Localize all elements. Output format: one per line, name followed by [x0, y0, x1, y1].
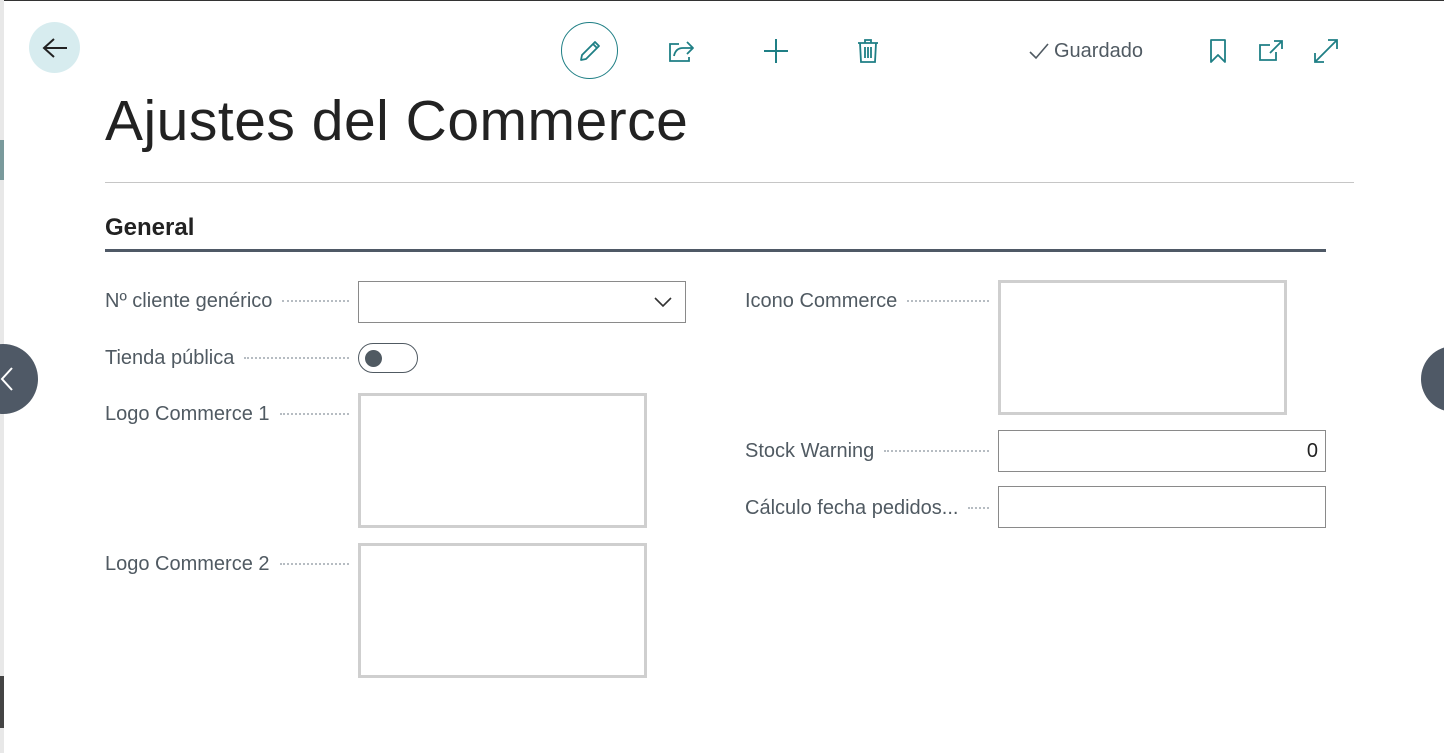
logo1-label-text: Logo Commerce 1 [105, 403, 270, 425]
open-in-new-window-icon [1259, 40, 1283, 61]
label-dots [282, 300, 349, 302]
section-title-general[interactable]: General [105, 214, 194, 242]
chevron-down-icon [654, 297, 672, 308]
label-dots [244, 357, 349, 359]
stock-warning-label[interactable]: Stock Warning [745, 440, 995, 463]
trash-icon [858, 39, 878, 63]
stock-warning-input[interactable]: 0 [998, 430, 1326, 472]
logo2-label[interactable]: Logo Commerce 2 [105, 553, 355, 576]
chevron-left-icon [0, 367, 13, 391]
delete-button[interactable] [850, 33, 886, 69]
stock-warning-value: 0 [1306, 439, 1318, 462]
save-status-text: Guardado [1054, 39, 1143, 62]
label-dots [907, 300, 989, 302]
logo2-image-field[interactable] [358, 543, 647, 678]
expand-icon [1314, 39, 1338, 63]
plus-icon [764, 39, 788, 63]
window-top-border [0, 0, 1444, 1]
logo2-label-text: Logo Commerce 2 [105, 553, 270, 575]
logo1-image-field[interactable] [358, 393, 647, 528]
back-button[interactable] [29, 22, 80, 73]
public-store-label-text: Tienda pública [105, 347, 235, 369]
public-store-label[interactable]: Tienda pública [105, 347, 355, 370]
order-date-calc-label-text: Cálculo fecha pedidos... [745, 497, 959, 519]
checkmark-icon [1029, 43, 1049, 60]
arrow-left-icon [42, 37, 67, 58]
label-dots [968, 507, 989, 509]
section-divider [105, 249, 1326, 252]
title-divider [105, 182, 1354, 183]
share-icon [669, 41, 694, 62]
page-title: Ajustes del Commerce [105, 89, 689, 153]
toggle-knob [365, 350, 382, 367]
label-dots [279, 413, 349, 415]
background-dark-mark [0, 676, 4, 728]
save-status: Guardado [1028, 38, 1143, 64]
commerce-icon-image-field[interactable] [998, 280, 1287, 415]
pencil-icon [579, 40, 600, 61]
previous-record-button[interactable] [0, 344, 38, 414]
edit-button[interactable] [561, 22, 618, 79]
public-store-toggle[interactable] [358, 343, 418, 373]
generic-customer-select[interactable] [358, 281, 686, 323]
order-date-calc-label[interactable]: Cálculo fecha pedidos... [745, 497, 995, 520]
bookmark-icon [1210, 39, 1226, 63]
generic-customer-label[interactable]: Nº cliente genérico [105, 290, 355, 313]
open-new-window-button[interactable] [1254, 33, 1288, 69]
logo1-label[interactable]: Logo Commerce 1 [105, 403, 355, 426]
label-dots [884, 450, 989, 452]
order-date-calc-input[interactable] [998, 486, 1326, 528]
background-accent-mark [0, 140, 4, 180]
share-button[interactable] [663, 33, 699, 69]
commerce-icon-label[interactable]: Icono Commerce [745, 290, 995, 313]
expand-button[interactable] [1309, 33, 1343, 69]
label-dots [279, 563, 349, 565]
next-record-button[interactable] [1421, 346, 1444, 412]
commerce-icon-label-text: Icono Commerce [745, 290, 898, 312]
bookmark-button[interactable] [1202, 33, 1234, 69]
new-button[interactable] [758, 33, 794, 69]
stock-warning-label-text: Stock Warning [745, 440, 875, 462]
generic-customer-label-text: Nº cliente genérico [105, 290, 273, 312]
